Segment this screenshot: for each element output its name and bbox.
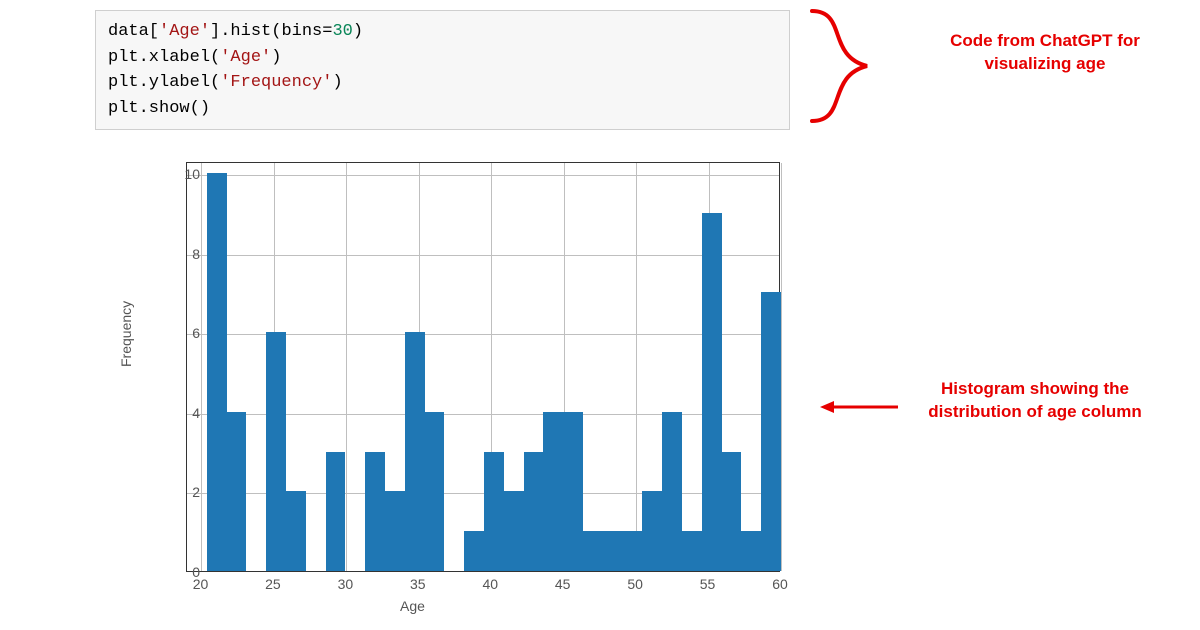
x-tick-label: 40 [482, 576, 498, 592]
x-tick-label: 20 [193, 576, 209, 592]
histogram-bar [504, 491, 524, 571]
x-tick-label: 30 [338, 576, 354, 592]
histogram-bar [543, 412, 563, 571]
histogram-bar [722, 452, 742, 571]
gridline-h [187, 175, 779, 176]
gridline-v [201, 163, 202, 571]
histogram-bar [484, 452, 504, 571]
histogram-bar [207, 173, 227, 571]
y-tick-label: 4 [172, 405, 200, 421]
histogram-bar [583, 531, 603, 571]
code-line-4: plt.show() [108, 96, 777, 122]
annotation-code-label: Code from ChatGPT for visualizing age [920, 30, 1170, 76]
histogram-bar [326, 452, 346, 571]
histogram-bar [385, 491, 405, 571]
histogram-bar [623, 531, 643, 571]
y-tick-label: 8 [172, 246, 200, 262]
x-tick-label: 25 [265, 576, 281, 592]
y-tick-label: 6 [172, 325, 200, 341]
histogram-bar [662, 412, 682, 571]
histogram-bar [227, 412, 247, 571]
code-block: data['Age'].hist(bins=30) plt.xlabel('Ag… [95, 10, 790, 130]
code-line-3: plt.ylabel('Frequency') [108, 70, 777, 96]
histogram-bar [603, 531, 623, 571]
x-tick-label: 35 [410, 576, 426, 592]
histogram-bar [405, 332, 425, 571]
histogram-bar [761, 292, 781, 571]
gridline-v [346, 163, 347, 571]
histogram-bar [286, 491, 306, 571]
code-line-2: plt.xlabel('Age') [108, 45, 777, 71]
histogram-bar [464, 531, 484, 571]
y-axis-label: Frequency [118, 301, 134, 367]
histogram-bar [365, 452, 385, 571]
gridline-v [781, 163, 782, 571]
plot-area [186, 162, 780, 572]
histogram-bar [741, 531, 761, 571]
x-tick-label: 45 [555, 576, 571, 592]
histogram-chart: Frequency Age 0246810202530354045505560 [120, 150, 800, 620]
annotation-chart-label: Histogram showing the distribution of ag… [905, 378, 1165, 424]
x-axis-label: Age [400, 598, 425, 614]
histogram-bar [702, 213, 722, 571]
histogram-bar [642, 491, 662, 571]
gridline-v [636, 163, 637, 571]
x-tick-label: 55 [700, 576, 716, 592]
x-tick-label: 60 [772, 576, 788, 592]
gridline-h [187, 255, 779, 256]
code-line-1: data['Age'].hist(bins=30) [108, 19, 777, 45]
arrow-left-icon [820, 398, 900, 416]
histogram-bar [682, 531, 702, 571]
histogram-bar [425, 412, 445, 571]
x-tick-label: 50 [627, 576, 643, 592]
histogram-bar [266, 332, 286, 571]
histogram-bar [524, 452, 544, 571]
histogram-bar [563, 412, 583, 571]
y-tick-label: 2 [172, 484, 200, 500]
curly-brace-icon [792, 6, 912, 126]
y-tick-label: 10 [172, 166, 200, 182]
